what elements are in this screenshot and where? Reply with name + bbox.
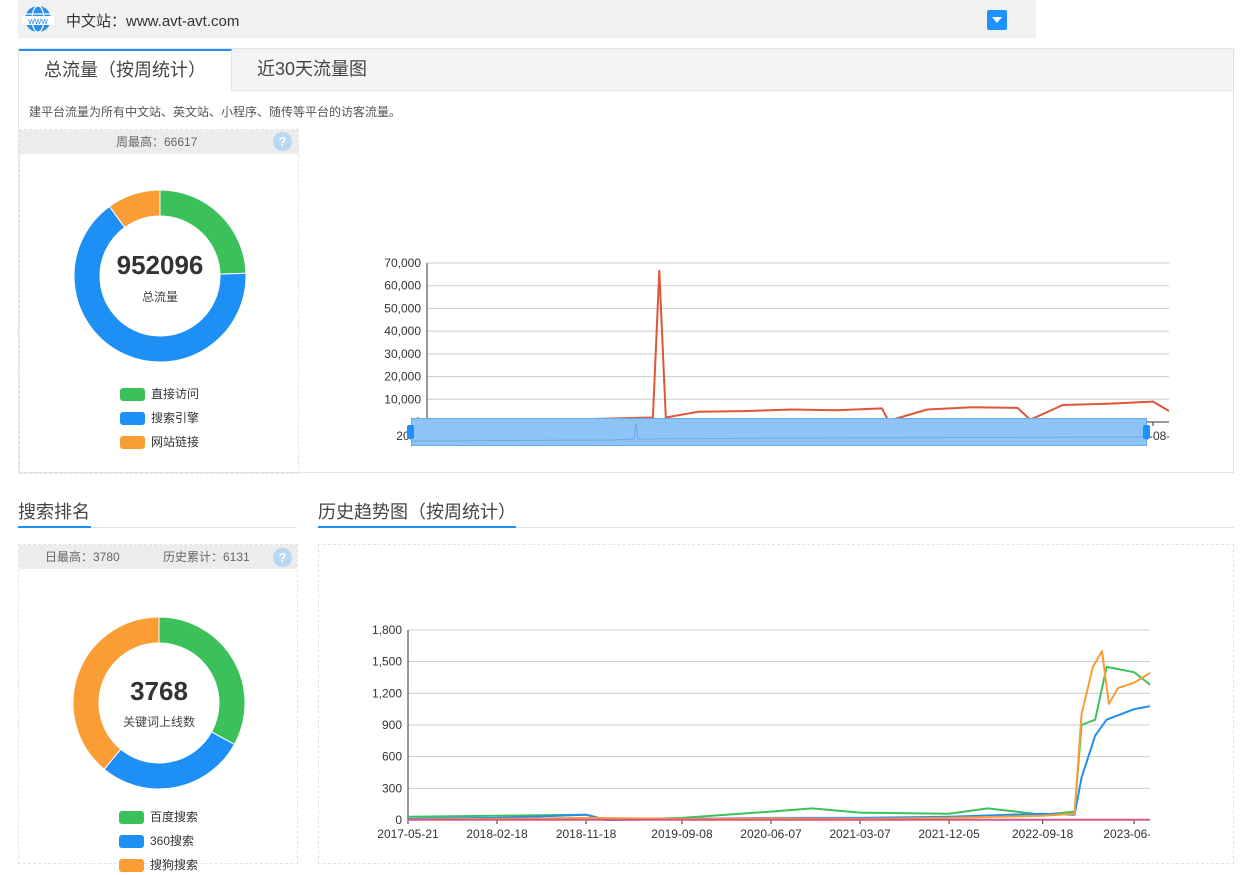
x-tick-label: 2021-12-05 xyxy=(918,827,980,841)
y-tick-label: 30,000 xyxy=(384,347,421,361)
ranking-title-underline xyxy=(18,526,91,528)
chevron-down-icon[interactable] xyxy=(987,10,1007,30)
legend-item-360[interactable]: 360搜索 xyxy=(119,831,198,851)
traffic-panel: 总流量（按周统计） 近30天流量图 建平台流量为所有中文站、英文站、小程序、随传… xyxy=(18,48,1234,474)
zoom-handle-left[interactable] xyxy=(407,425,414,439)
y-tick-label: 900 xyxy=(382,718,402,732)
y-tick-label: 60,000 xyxy=(384,279,421,293)
zoom-slider-preview xyxy=(412,422,1146,442)
history-title: 历史趋势图（按周统计） xyxy=(318,502,516,522)
ranking-divider xyxy=(91,527,297,528)
legend-label: 360搜索 xyxy=(150,834,195,848)
total-traffic-value: 952096 xyxy=(116,250,204,280)
zoom-slider-track[interactable] xyxy=(411,418,1147,446)
history-divider xyxy=(516,527,1234,528)
series-line[interactable] xyxy=(407,703,1150,821)
legend-swatch xyxy=(119,835,144,849)
help-icon[interactable]: ? xyxy=(273,548,292,567)
traffic-summary-card: 周最高：66617 ? 952096 总流量 直接访问 搜索引擎 网站链接 xyxy=(19,129,299,474)
ranking-legend: 百度搜索 360搜索 搜狗搜索 xyxy=(119,807,198,875)
tab-total-traffic[interactable]: 总流量（按周统计） xyxy=(19,49,232,91)
keyword-count-label: 关键词上线数 xyxy=(122,715,195,729)
legend-label: 网站链接 xyxy=(151,435,200,449)
x-tick-label: 2018-11-18 xyxy=(556,827,617,841)
history-trend-chart: 0 300 600 900 1,200 1,500 1,800 2017-05-21 2018-… xyxy=(372,623,1150,841)
y-tick-label: 1,800 xyxy=(372,623,402,637)
series-line[interactable] xyxy=(426,269,1169,423)
y-tick-label: 10,000 xyxy=(384,392,421,406)
www-globe-icon: www xyxy=(22,5,54,33)
y-tick-label: 1,200 xyxy=(372,686,402,700)
x-tick-label: 2023-06-25 xyxy=(1103,827,1150,841)
site-label: 中文站：www.avt-avt.com xyxy=(66,13,240,30)
y-tick-label: 50,000 xyxy=(384,301,421,315)
y-tick-label: 600 xyxy=(382,750,402,764)
weekly-max-bar: 周最高：66617 xyxy=(20,130,298,154)
weekly-max-text: 周最高：66617 xyxy=(116,135,198,149)
legend-swatch xyxy=(119,859,144,873)
traffic-description: 建平台流量为所有中文站、英文站、小程序、随传等平台的访客流量。 xyxy=(29,105,402,119)
keyword-count-value: 3768 xyxy=(130,676,188,706)
donut-slice[interactable] xyxy=(103,731,236,790)
zoom-handle-right[interactable] xyxy=(1143,425,1150,439)
legend-label: 搜狗搜索 xyxy=(150,858,199,872)
legend-swatch xyxy=(120,388,145,402)
traffic-legend: 直接访问 搜索引擎 网站链接 xyxy=(120,384,199,452)
history-total-text: 历史累计：6131 xyxy=(163,550,250,564)
x-tick-label: 2022-09-18 xyxy=(1012,827,1074,841)
legend-swatch xyxy=(120,412,145,426)
y-tick-label: 20,000 xyxy=(384,370,421,384)
daily-max-text: 日最高：3780 xyxy=(45,550,120,564)
legend-item-search[interactable]: 搜索引擎 xyxy=(120,408,199,428)
legend-item-sogou[interactable]: 搜狗搜索 xyxy=(119,855,198,875)
y-tick-label: 0 xyxy=(395,813,402,827)
legend-label: 百度搜索 xyxy=(150,810,199,824)
y-tick-label: 70,000 xyxy=(384,256,421,270)
y-tick-label: 300 xyxy=(382,781,402,795)
legend-swatch xyxy=(120,436,145,450)
tab-30-day-traffic[interactable]: 近30天流量图 xyxy=(232,49,392,90)
legend-item-direct[interactable]: 直接访问 xyxy=(120,384,199,404)
ranking-title: 搜索排名 xyxy=(18,502,90,522)
legend-item-referral[interactable]: 网站链接 xyxy=(120,432,199,452)
total-traffic-label: 总流量 xyxy=(141,290,178,304)
history-title-underline xyxy=(318,526,516,528)
legend-label: 直接访问 xyxy=(151,387,200,401)
legend-label: 搜索引擎 xyxy=(151,411,200,425)
ranking-summary-card: 日最高：3780 历史累计：6131 ? 3768 关键词上线数 百度搜索 36… xyxy=(18,544,298,873)
legend-swatch xyxy=(119,811,144,825)
x-tick-label: 2019-09-08 xyxy=(651,827,713,841)
x-tick-label: 2017-05-21 xyxy=(377,827,439,841)
series-line[interactable] xyxy=(407,650,1150,821)
y-tick-label: 1,500 xyxy=(372,655,402,669)
www-icon-text: www xyxy=(27,16,48,26)
x-tick-label: 2018-02-18 xyxy=(466,827,528,841)
x-tick-label: 2020-06-07 xyxy=(740,827,802,841)
ranking-stats-bar: 日最高：3780 历史累计：6131 xyxy=(19,545,297,569)
series-line[interactable] xyxy=(407,665,1150,821)
help-icon[interactable]: ? xyxy=(273,132,292,151)
legend-item-baidu[interactable]: 百度搜索 xyxy=(119,807,198,827)
y-tick-label: 40,000 xyxy=(384,324,421,338)
x-tick-label: 2021-03-07 xyxy=(829,827,891,841)
